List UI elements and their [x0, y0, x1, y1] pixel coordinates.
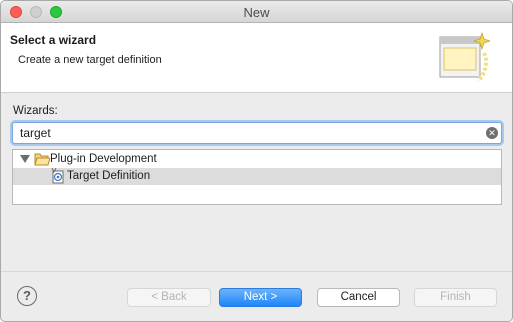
- cancel-button[interactable]: Cancel: [317, 288, 400, 307]
- clear-search-icon[interactable]: ✕: [486, 127, 498, 139]
- title-bar: New: [1, 1, 512, 23]
- expand-triangle-icon[interactable]: [20, 155, 30, 163]
- folder-icon: [34, 153, 50, 166]
- tree-item-plugin-development[interactable]: Plug-in Development: [13, 151, 501, 168]
- tree-item-label: Target Definition: [67, 170, 151, 182]
- finish-button[interactable]: Finish: [414, 288, 497, 307]
- new-wizard-dialog: New Select a wizard Create a new target …: [0, 0, 513, 322]
- wizard-tree: Plug-in Development Target Definition: [12, 149, 502, 205]
- wizard-banner-icon: [439, 32, 490, 83]
- window-title: New: [243, 5, 270, 20]
- target-definition-icon: [51, 168, 64, 184]
- tree-item-target-definition[interactable]: Target Definition: [13, 168, 501, 185]
- tree-item-label: Plug-in Development: [50, 153, 157, 165]
- wizard-header: Select a wizard Create a new target defi…: [1, 23, 512, 93]
- header-title: Select a wizard: [10, 33, 97, 47]
- back-button[interactable]: < Back: [127, 288, 211, 307]
- help-icon[interactable]: ?: [17, 286, 37, 306]
- next-button[interactable]: Next >: [219, 288, 302, 307]
- footer-divider: [1, 271, 512, 272]
- header-description: Create a new target definition: [18, 54, 162, 66]
- wizard-filter-input[interactable]: [12, 122, 502, 144]
- wizards-label: Wizards:: [13, 105, 58, 117]
